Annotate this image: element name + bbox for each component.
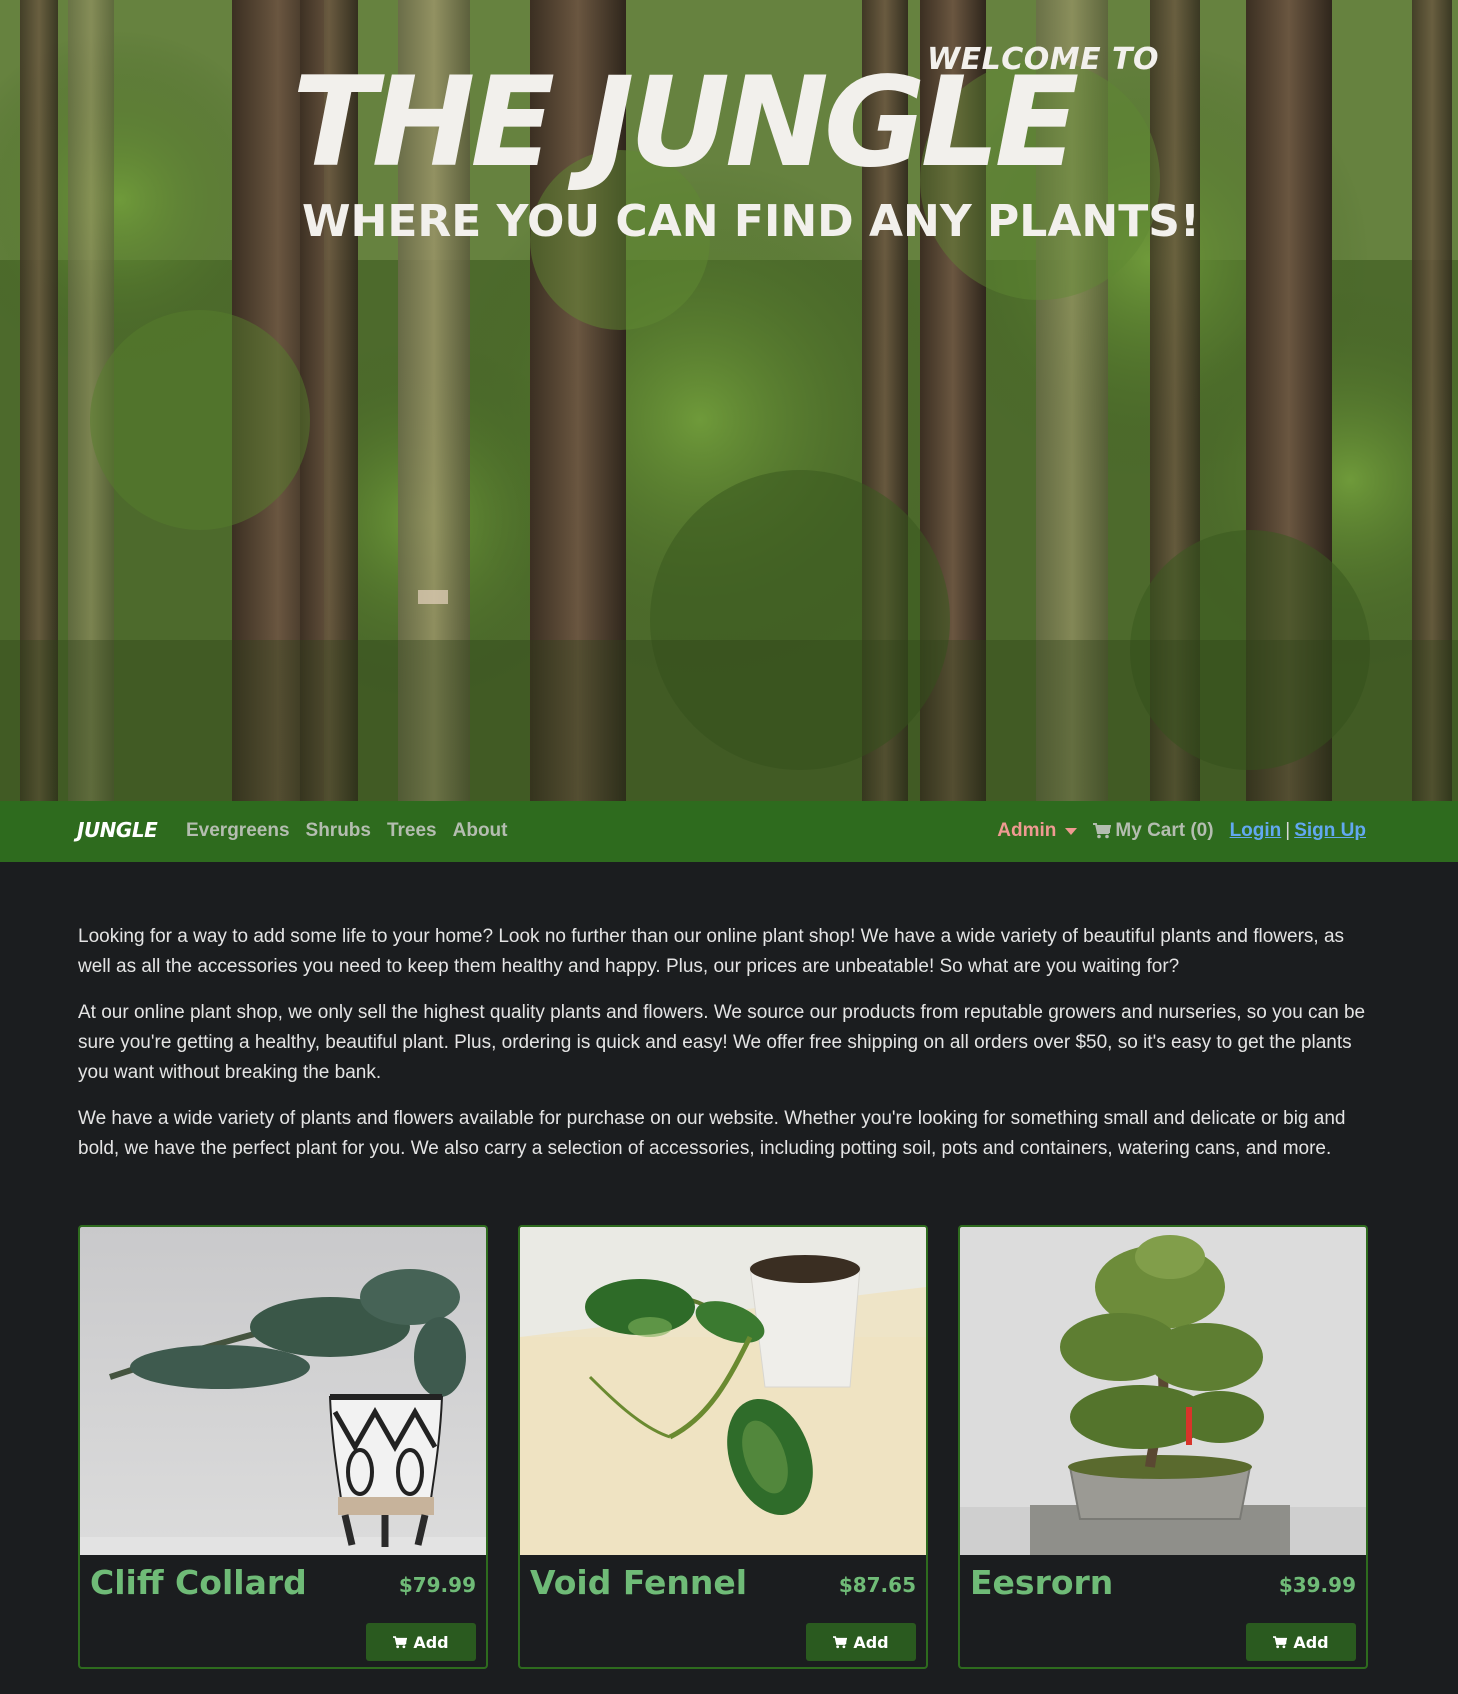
- hero-title: THE JUNGLE: [292, 51, 1079, 195]
- auth-separator: |: [1285, 820, 1291, 841]
- admin-dropdown-label: Admin: [997, 820, 1057, 841]
- add-button-label: Add: [853, 1632, 889, 1652]
- product-price: $87.65: [838, 1573, 916, 1597]
- add-to-cart-button[interactable]: Add: [806, 1623, 916, 1661]
- hero-banner: WELCOME TO THE JUNGLE WHERE YOU CAN FIND…: [0, 0, 1458, 801]
- product-name: Eesrorn: [970, 1563, 1114, 1602]
- add-to-cart-button[interactable]: Add: [1246, 1623, 1356, 1661]
- my-cart-label: My Cart (0): [1115, 820, 1214, 841]
- nav-link-trees[interactable]: Trees: [387, 820, 437, 842]
- hero-subtitle: WHERE YOU CAN FIND ANY PLANTS!: [302, 196, 1200, 247]
- product-image: [80, 1227, 486, 1555]
- shopping-cart-icon: [833, 1635, 848, 1648]
- add-to-cart-button[interactable]: Add: [366, 1623, 476, 1661]
- nav-right-group: Admin My Cart (0) Login | Sign Up: [997, 820, 1366, 842]
- product-card: Void Fennel $87.65 Add: [518, 1225, 928, 1669]
- intro-paragraph: Looking for a way to add some life to yo…: [78, 926, 1345, 977]
- my-cart-link[interactable]: My Cart (0): [1093, 820, 1214, 842]
- nav-link-about[interactable]: About: [453, 820, 508, 842]
- product-image: [520, 1227, 926, 1555]
- intro-paragraph: At our online plant shop, we only sell t…: [78, 1002, 1366, 1083]
- product-grid: Cliff Collard $79.99 Add Void Fennel $87…: [78, 1225, 1368, 1669]
- main-navbar: JUNGLE Evergreens Shrubs Trees About Adm…: [0, 801, 1458, 862]
- shopping-cart-icon: [393, 1635, 408, 1648]
- shopping-cart-icon: [1093, 823, 1112, 839]
- brand-logo-link[interactable]: JUNGLE: [77, 818, 158, 842]
- nav-link-shrubs[interactable]: Shrubs: [306, 820, 371, 842]
- signup-link[interactable]: Sign Up: [1294, 820, 1366, 842]
- intro-section: Looking for a way to add some life to yo…: [78, 922, 1378, 1180]
- intro-paragraph: We have a wide variety of plants and flo…: [78, 1108, 1346, 1159]
- product-price: $39.99: [1278, 1573, 1356, 1597]
- product-name: Cliff Collard: [90, 1563, 307, 1602]
- product-card: Cliff Collard $79.99 Add: [78, 1225, 488, 1669]
- nav-link-evergreens[interactable]: Evergreens: [186, 820, 290, 842]
- shopping-cart-icon: [1273, 1635, 1288, 1648]
- product-card: Eesrorn $39.99 Add: [958, 1225, 1368, 1669]
- product-price: $79.99: [398, 1573, 476, 1597]
- admin-dropdown[interactable]: Admin: [997, 820, 1078, 842]
- nav-links: Evergreens Shrubs Trees About: [186, 820, 508, 842]
- product-image: [960, 1227, 1366, 1555]
- add-button-label: Add: [1293, 1632, 1329, 1652]
- caret-down-icon: [1065, 827, 1078, 835]
- product-name: Void Fennel: [530, 1563, 748, 1602]
- login-link[interactable]: Login: [1230, 820, 1282, 842]
- add-button-label: Add: [413, 1632, 449, 1652]
